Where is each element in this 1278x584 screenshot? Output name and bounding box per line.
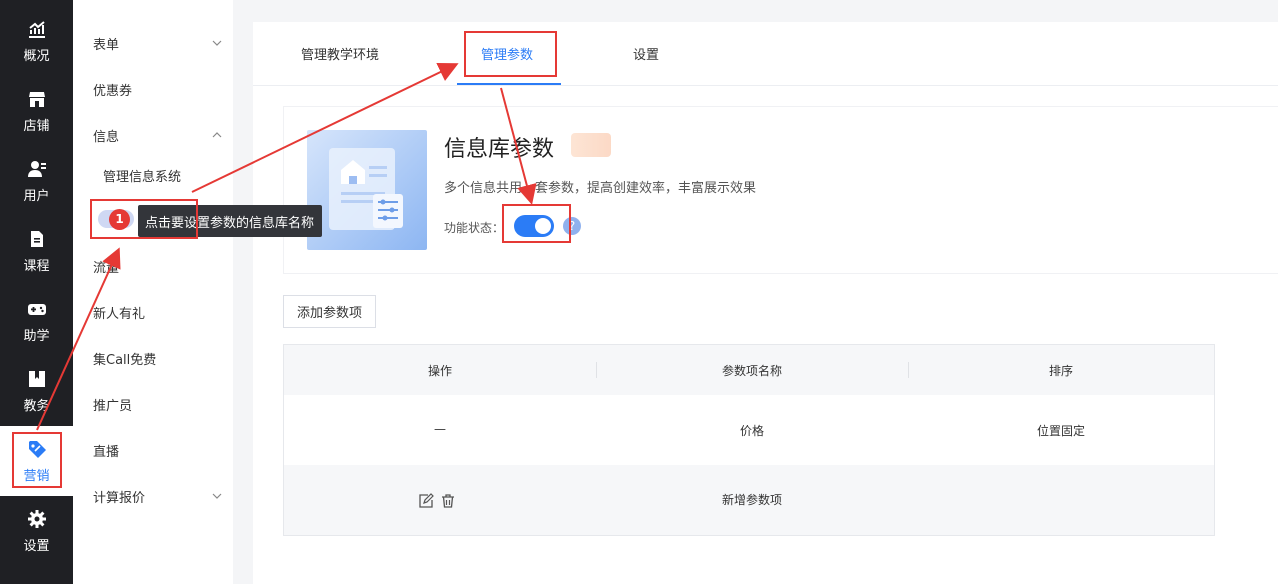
cell-sort: 位置固定 xyxy=(1036,424,1085,438)
tab-settings[interactable]: 设置 xyxy=(633,44,659,63)
highlight-box-submenu xyxy=(90,199,198,239)
secondary-menu: 表单 优惠券 信息 管理信息系统 流量 新人有礼 集Call免费 推广员 直播 … xyxy=(73,0,233,584)
submenu-label: 计算报价 xyxy=(93,490,146,506)
rail-label: 助学 xyxy=(23,328,50,344)
store-icon xyxy=(28,91,45,107)
edit-icon[interactable] xyxy=(418,493,434,509)
rail-label: 课程 xyxy=(23,258,50,274)
rail-item-courses[interactable]: 课程 xyxy=(0,216,73,286)
rail-label: 概况 xyxy=(23,48,50,64)
column-header-operation: 操作 xyxy=(427,364,452,378)
cell-operation: — xyxy=(434,422,446,436)
info-panel: 信息库参数 多个信息共用一套参数，提高创建效率，丰富展示效果 功能状态： ? xyxy=(283,106,1278,274)
table-row: — 价格 位置固定 xyxy=(284,395,1214,465)
submenu-label: 表单 xyxy=(93,37,120,53)
params-table: 操作 参数项名称 排序 — 价格 位置固定 新增参数项 xyxy=(283,344,1215,536)
highlight-box-toggle xyxy=(502,204,571,243)
submenu-item-manage-info-system[interactable]: 管理信息系统 xyxy=(103,163,233,187)
submenu-label: 优惠券 xyxy=(93,83,133,99)
highlight-box-marketing xyxy=(12,432,62,488)
primary-nav-rail: 概况 店铺 用户 课程 助学 教务 营销 设置 xyxy=(0,0,73,584)
submenu-item-live[interactable]: 直播 xyxy=(93,438,223,462)
submenu-item-new-user-gift[interactable]: 新人有礼 xyxy=(93,300,223,324)
column-header-name: 参数项名称 xyxy=(721,364,782,378)
table-row: 新增参数项 xyxy=(284,465,1214,535)
bookmark-icon xyxy=(28,370,45,387)
redacted-blur xyxy=(571,133,611,157)
active-tab-indicator xyxy=(457,83,561,85)
tab-teaching-env[interactable]: 管理教学环境 xyxy=(301,44,379,63)
submenu-item-info[interactable]: 信息 xyxy=(93,123,223,147)
cell-name: 价格 xyxy=(739,424,764,438)
rail-item-academic[interactable]: 教务 xyxy=(0,356,73,426)
tab-bar: 管理教学环境 管理参数 设置 xyxy=(253,22,1278,86)
submenu-label: 流量 xyxy=(93,260,120,276)
rail-item-users[interactable]: 用户 xyxy=(0,146,73,216)
chevron-down-icon xyxy=(212,493,222,499)
users-icon xyxy=(27,160,46,177)
rail-label: 店铺 xyxy=(23,118,50,134)
rail-label: 教务 xyxy=(23,398,50,414)
submenu-item-quote[interactable]: 计算报价 xyxy=(93,484,223,508)
chevron-up-icon xyxy=(212,132,222,138)
table-header: 操作 参数项名称 排序 xyxy=(284,345,1214,395)
submenu-label: 信息 xyxy=(93,129,120,145)
document-illustration-icon xyxy=(329,148,403,230)
add-param-button[interactable]: 添加参数项 xyxy=(283,295,376,328)
document-icon xyxy=(30,230,43,247)
column-header-sort: 排序 xyxy=(1048,364,1073,378)
submenu-label: 集Call免费 xyxy=(93,352,157,368)
chart-up-icon xyxy=(28,20,45,38)
submenu-label: 管理信息系统 xyxy=(103,169,182,185)
gear-icon xyxy=(27,509,46,528)
rail-item-settings[interactable]: 设置 xyxy=(0,496,73,566)
submenu-item-call-free[interactable]: 集Call免费 xyxy=(93,346,223,370)
submenu-item-promoter[interactable]: 推广员 xyxy=(93,392,223,416)
trash-icon[interactable] xyxy=(440,493,456,509)
submenu-item-coupons[interactable]: 优惠券 xyxy=(93,77,223,101)
main-content: 管理教学环境 管理参数 设置 信息库参数 多个信息共用一套参数，提高创建效率，丰… xyxy=(253,22,1278,584)
submenu-label: 直播 xyxy=(93,444,120,460)
rail-item-overview[interactable]: 概况 xyxy=(0,6,73,76)
submenu-label: 推广员 xyxy=(93,398,133,414)
submenu-label: 新人有礼 xyxy=(93,306,146,322)
submenu-item-traffic[interactable]: 流量 xyxy=(93,254,223,278)
info-title: 信息库参数 xyxy=(444,137,555,162)
rail-item-study-aid[interactable]: 助学 xyxy=(0,286,73,356)
rail-item-store[interactable]: 店铺 xyxy=(0,76,73,146)
chevron-down-icon xyxy=(212,40,222,46)
submenu-item-forms[interactable]: 表单 xyxy=(93,31,223,55)
highlight-box-tab xyxy=(464,31,557,77)
app-root: 概况 店铺 用户 课程 助学 教务 营销 设置 表单 优惠券 信息 管理信息系统… xyxy=(0,0,1278,584)
info-description: 多个信息共用一套参数，提高创建效率，丰富展示效果 xyxy=(444,181,757,196)
info-library-illustration xyxy=(307,130,427,250)
gamepad-icon xyxy=(27,303,46,315)
rail-label: 设置 xyxy=(23,538,50,554)
cell-name: 新增参数项 xyxy=(721,493,782,507)
rail-label: 用户 xyxy=(23,188,50,204)
status-label: 功能状态： xyxy=(444,221,505,235)
